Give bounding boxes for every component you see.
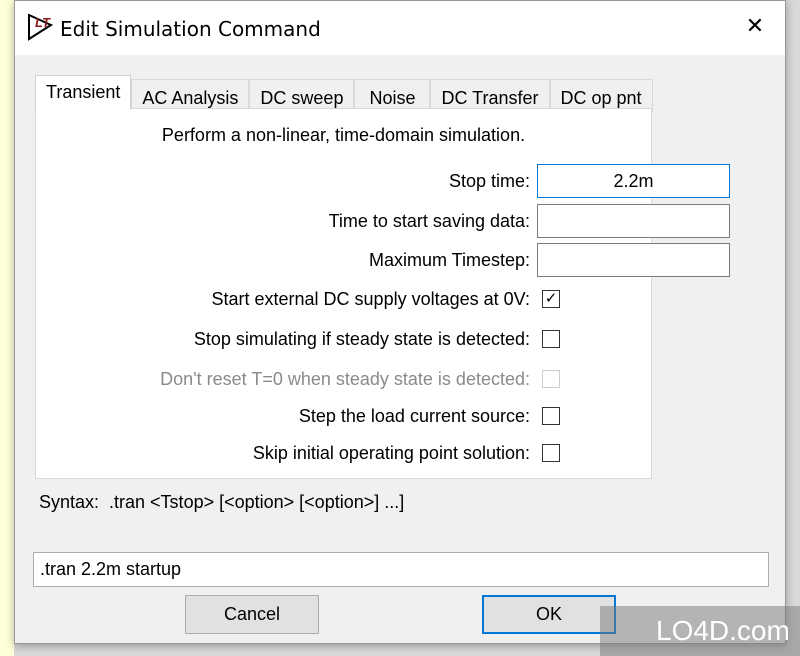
title-bar: LT Edit Simulation Command ✕	[15, 1, 785, 55]
start-dc-zero-label: Start external DC supply voltages at 0V:	[211, 289, 531, 309]
start-saving-label: Time to start saving data:	[328, 211, 530, 231]
no-reset-checkbox	[542, 370, 560, 388]
transient-panel: Perform a non-linear, time-domain simula…	[35, 108, 730, 479]
start-saving-input[interactable]	[537, 204, 730, 238]
stop-time-label: Stop time:	[448, 171, 530, 191]
no-reset-label: Don't reset T=0 when steady state is det…	[160, 369, 530, 389]
schematic-background	[0, 0, 14, 656]
step-load-label: Step the load current source:	[298, 406, 530, 426]
start-dc-zero-checkbox[interactable]: ✓	[542, 290, 560, 308]
tab-transient[interactable]: Transient	[35, 75, 132, 109]
command-input[interactable]: .tran 2.2m startup	[33, 552, 769, 587]
ltspice-logo-icon: LT	[28, 13, 54, 41]
syntax-text: Syntax: .tran <Tstop> [<option> [<option…	[39, 492, 405, 512]
steady-state-checkbox[interactable]	[542, 330, 560, 348]
max-timestep-input[interactable]	[537, 243, 730, 277]
close-button[interactable]: ✕	[743, 13, 767, 41]
window-title: Edit Simulation Command	[60, 17, 321, 41]
svg-text:LT: LT	[35, 15, 51, 30]
watermark: LO4D.com	[600, 606, 800, 656]
cancel-button[interactable]: Cancel	[185, 595, 319, 634]
max-timestep-label: Maximum Timestep:	[368, 250, 530, 270]
stop-time-input[interactable]: 2.2m	[537, 164, 730, 198]
skip-op-checkbox[interactable]	[542, 444, 560, 462]
skip-op-label: Skip initial operating point solution:	[252, 443, 530, 463]
ok-button[interactable]: OK	[482, 595, 616, 634]
description: Perform a non-linear, time-domain simula…	[161, 125, 526, 145]
edit-simulation-dialog: LT Edit Simulation Command ✕ Transient A…	[14, 0, 786, 644]
steady-state-label: Stop simulating if steady state is detec…	[193, 329, 530, 349]
step-load-checkbox[interactable]	[542, 407, 560, 425]
